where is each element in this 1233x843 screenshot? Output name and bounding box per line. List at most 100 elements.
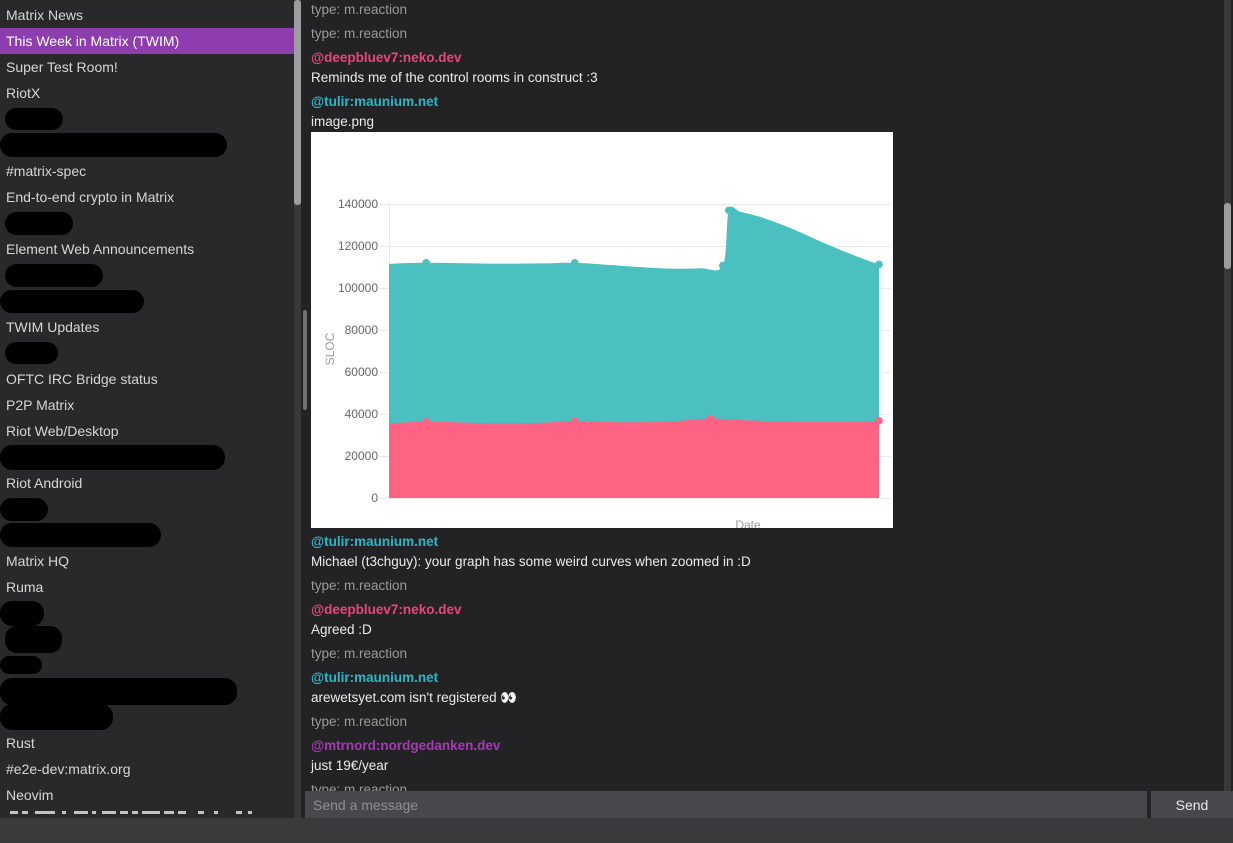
sidebar-item-clipped[interactable] — [0, 808, 294, 818]
room-name-label: Neovim — [6, 787, 53, 803]
sidebar-item-redacted[interactable] — [0, 444, 294, 470]
room-name-label: #e2e-dev:matrix.org — [6, 761, 131, 777]
sidebar-item-super-test-room-[interactable]: Super Test Room! — [0, 54, 294, 80]
room-name-label: Element Web Announcements — [6, 241, 194, 257]
message-input[interactable] — [305, 791, 1147, 818]
tick-mark — [379, 288, 389, 289]
redacted-room-name — [0, 601, 44, 626]
sidebar-item-ruma[interactable]: Ruma — [0, 574, 294, 600]
chart-attachment-image[interactable]: Are We TS Yet?tsjs0200004000060000800001… — [311, 132, 893, 528]
room-name-label: P2P Matrix — [6, 397, 74, 413]
sidebar-item-oftc-irc-bridge-status[interactable]: OFTC IRC Bridge status — [0, 366, 294, 392]
sidebar-item-redacted[interactable] — [0, 288, 294, 314]
sidebar-item-redacted[interactable] — [0, 340, 294, 366]
tick-mark — [379, 372, 389, 373]
redacted-room-name — [0, 133, 227, 157]
sidebar-item-redacted[interactable] — [0, 496, 294, 522]
timeline-scrollbar-thumb[interactable] — [1224, 203, 1231, 269]
message: @tulir:maunium.netimage.pngAre We TS Yet… — [311, 92, 1224, 528]
data-point-ts — [422, 418, 430, 426]
sidebar-item-matrix-hq[interactable]: Matrix HQ — [0, 548, 294, 574]
timeline-scrollbar-track[interactable] — [1224, 0, 1231, 818]
sidebar-item-end-to-end-crypto-in-matrix[interactable]: End-to-end crypto in Matrix — [0, 184, 294, 210]
tick-mark — [379, 414, 389, 415]
sidebar-item-redacted[interactable] — [0, 210, 294, 236]
sender-name[interactable]: @tulir:maunium.net — [311, 532, 1224, 552]
send-button[interactable]: Send — [1151, 791, 1233, 818]
sidebar-item--matrix-spec[interactable]: #matrix-spec — [0, 158, 294, 184]
tick-mark — [379, 246, 389, 247]
room-name-label: This Week in Matrix (TWIM) — [6, 33, 179, 49]
message-body: Reminds me of the control rooms in const… — [311, 68, 1224, 88]
data-point-ts — [875, 417, 883, 425]
redacted-room-name — [0, 678, 237, 705]
redacted-room-name — [0, 704, 113, 730]
sender-name[interactable]: @tulir:maunium.net — [311, 668, 1224, 688]
room-name-label: Matrix News — [6, 7, 83, 23]
sidebar-item-redacted[interactable] — [0, 132, 294, 158]
sidebar-item-p2p-matrix[interactable]: P2P Matrix — [0, 392, 294, 418]
sidebar-item-matrix-news[interactable]: Matrix News — [0, 2, 294, 28]
redacted-room-name — [0, 656, 42, 674]
chart-plot-area — [389, 204, 891, 498]
room-name-label: Riot Android — [6, 475, 82, 491]
y-tick-label: 40000 — [311, 407, 378, 421]
sender-name[interactable]: @deepbluev7:neko.dev — [311, 600, 1224, 620]
sidebar-item-redacted[interactable] — [0, 652, 294, 678]
sidebar-item-riotx[interactable]: RiotX — [0, 80, 294, 106]
sidebar-scrollbar-track[interactable] — [294, 0, 301, 818]
message: @mtrnord:nordgedanken.devjust 19€/year — [311, 736, 1224, 776]
sidebar-item-redacted[interactable] — [0, 262, 294, 288]
data-point-js — [571, 259, 579, 267]
sidebar-item-redacted[interactable] — [0, 106, 294, 132]
sidebar-item-redacted[interactable] — [0, 600, 294, 626]
event-meta-text: type: m.reaction — [311, 712, 1224, 732]
message: @tulir:maunium.netarewetsyet.com isn't r… — [311, 668, 1224, 708]
x-axis-title: Date — [735, 518, 760, 528]
sender-name[interactable]: @mtrnord:nordgedanken.dev — [311, 736, 1224, 756]
message: @deepbluev7:neko.devReminds me of the co… — [311, 48, 1224, 88]
event-meta-text: type: m.reaction — [311, 644, 1224, 664]
sidebar-item-redacted[interactable] — [0, 522, 294, 548]
sidebar-item-element-web-announcements[interactable]: Element Web Announcements — [0, 236, 294, 262]
sidebar-item-riot-android[interactable]: Riot Android — [0, 470, 294, 496]
series-area-ts — [389, 419, 879, 498]
sidebar-item-redacted[interactable] — [0, 626, 294, 652]
event-meta-text: type: m.reaction — [311, 576, 1224, 596]
sidebar-item-redacted[interactable] — [0, 704, 294, 730]
sidebar-item-riot-web-desktop[interactable]: Riot Web/Desktop — [0, 418, 294, 444]
sender-name[interactable]: @tulir:maunium.net — [311, 92, 1224, 112]
room-name-label: Ruma — [6, 579, 43, 595]
room-name-label: End-to-end crypto in Matrix — [6, 189, 174, 205]
room-list: Matrix News This Week in Matrix (TWIM) Sup… — [0, 2, 294, 808]
sidebar-item-neovim[interactable]: Neovim — [0, 782, 294, 808]
sidebar-item--e2e-dev-matrix-org[interactable]: #e2e-dev:matrix.org — [0, 756, 294, 782]
message: @tulir:maunium.netMichael (t3chguy): you… — [311, 532, 1224, 572]
window-footer-strip — [0, 818, 1233, 843]
sidebar-scrollbar-thumb[interactable] — [294, 0, 301, 205]
sidebar-item-redacted[interactable] — [0, 678, 294, 704]
sidebar-item-twim-updates[interactable]: TWIM Updates — [0, 314, 294, 340]
data-point-ts — [571, 417, 579, 425]
redacted-room-name — [0, 498, 48, 521]
tick-mark — [379, 330, 389, 331]
message-body: arewetsyet.com isn't registered 👀 — [311, 688, 1224, 708]
y-tick-label: 140000 — [311, 197, 378, 211]
redacted-room-name — [0, 290, 144, 313]
sidebar-item-rust[interactable]: Rust — [0, 730, 294, 756]
y-tick-label: 20000 — [311, 449, 378, 463]
tick-mark — [379, 498, 389, 499]
event-meta-text: type: m.reaction — [311, 24, 1224, 44]
y-tick-label: 100000 — [311, 281, 378, 295]
sender-name[interactable]: @deepbluev7:neko.dev — [311, 48, 1224, 68]
sidebar-item-this-week-in-matrix-twim-[interactable]: This Week in Matrix (TWIM) — [0, 28, 294, 54]
tick-mark — [379, 456, 389, 457]
redacted-room-name — [0, 523, 161, 547]
data-point-js — [875, 261, 883, 269]
message-body: just 19€/year — [311, 756, 1224, 776]
room-name-label: Matrix HQ — [6, 553, 69, 569]
redacted-room-name — [0, 445, 225, 470]
y-tick-label: 120000 — [311, 239, 378, 253]
redacted-room-name — [5, 264, 103, 287]
splitter-handle[interactable] — [303, 310, 307, 410]
